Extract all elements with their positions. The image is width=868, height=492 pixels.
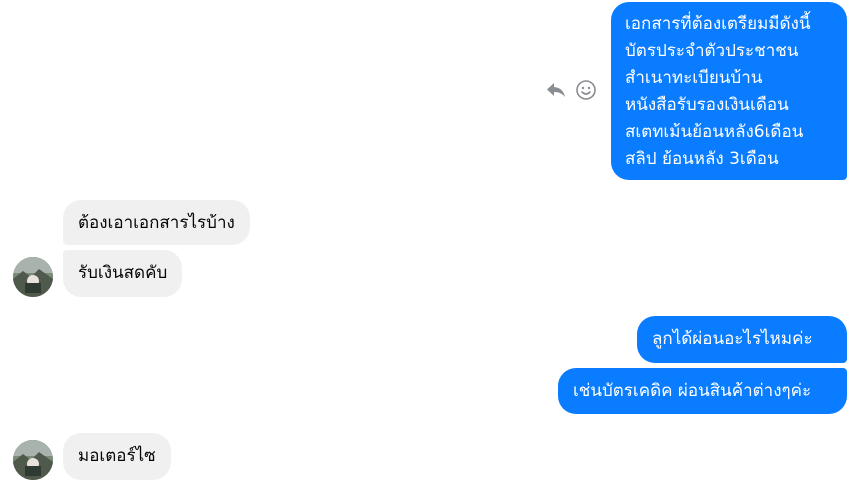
avatar[interactable] xyxy=(13,440,53,480)
incoming-message-bubble[interactable]: ต้องเอาเอกสารไรบ้าง xyxy=(63,200,250,245)
message-line: เอกสารที่ต้องเตรียมมีดังนี้ xyxy=(625,14,811,34)
message-line: หนังสือรับรองเงินเดือน xyxy=(625,95,789,115)
message-text: ต้องเอาเอกสารไรบ้าง xyxy=(78,213,235,233)
outgoing-message-bubble[interactable]: เช่นบัตรเคดิค ผ่อนสินค้าต่างๆค่ะ xyxy=(558,368,847,414)
message-line: สเตทเม้นย้อนหลัง6เดือน xyxy=(625,122,804,142)
message-text: ลูกได้ผ่อนอะไรไหมค่ะ xyxy=(652,329,813,349)
message-actions xyxy=(544,78,600,102)
message-text: เช่นบัตรเคดิค ผ่อนสินค้าต่างๆค่ะ xyxy=(573,381,812,401)
incoming-message-bubble[interactable]: รับเงินสดคับ xyxy=(63,250,183,297)
message-line: สำเนาทะเบียนบ้าน xyxy=(625,68,763,88)
message-text: มอเตอร์ไซ xyxy=(78,446,156,466)
outgoing-message-bubble[interactable]: ลูกได้ผ่อนอะไรไหมค่ะ xyxy=(637,316,847,363)
outgoing-message-bubble[interactable]: เอกสารที่ต้องเตรียมมีดังนี้ บัตรประจำตัว… xyxy=(611,2,847,180)
message-line: สลิป ย้อนหลัง 3เดือน xyxy=(625,149,779,169)
incoming-message-bubble[interactable]: มอเตอร์ไซ xyxy=(63,433,171,480)
message-line: บัตรประจำตัวประชาชน xyxy=(625,41,799,61)
avatar[interactable] xyxy=(13,257,53,297)
message-text: รับเงินสดคับ xyxy=(78,263,168,283)
chat-thread: เอกสารที่ต้องเตรียมมีดังนี้ บัตรประจำตัว… xyxy=(0,0,868,492)
reply-icon[interactable] xyxy=(544,78,568,102)
react-smiley-icon[interactable] xyxy=(574,78,598,102)
